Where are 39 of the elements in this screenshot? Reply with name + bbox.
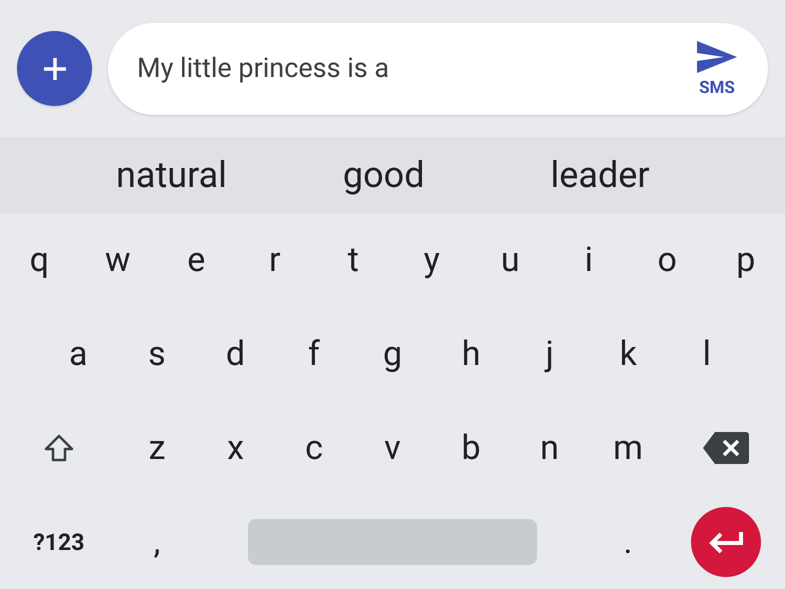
key[interactable]: t <box>342 243 365 277</box>
suggestion[interactable]: good <box>334 148 433 202</box>
shift-icon[interactable] <box>44 434 74 462</box>
key[interactable]: f <box>302 337 326 371</box>
key[interactable]: r <box>262 243 287 277</box>
key[interactable]: s <box>142 337 172 371</box>
key[interactable]: b <box>455 431 487 465</box>
key[interactable]: l <box>696 337 717 371</box>
key[interactable]: a <box>63 337 94 371</box>
message-field[interactable]: My little princess is a SMS <box>108 22 768 114</box>
key[interactable]: g <box>376 337 408 371</box>
key[interactable]: x <box>221 431 250 465</box>
key[interactable]: i <box>578 243 599 277</box>
symbols-key[interactable]: ?123 <box>33 530 84 554</box>
key[interactable]: o <box>652 243 683 277</box>
key[interactable]: z <box>142 431 172 465</box>
return-icon <box>708 530 744 554</box>
key[interactable]: n <box>534 431 565 465</box>
key[interactable]: p <box>730 243 762 277</box>
key[interactable]: . <box>618 525 638 559</box>
key[interactable]: j <box>540 337 560 371</box>
key[interactable]: u <box>494 243 526 277</box>
key[interactable]: e <box>181 243 212 277</box>
key[interactable]: y <box>418 243 446 277</box>
key[interactable]: w <box>98 243 137 277</box>
key[interactable]: q <box>24 243 55 277</box>
send-icon <box>696 40 738 74</box>
key[interactable]: c <box>299 431 329 465</box>
key[interactable]: h <box>456 337 486 371</box>
key[interactable]: m <box>607 431 649 465</box>
suggestion[interactable]: natural <box>108 148 235 202</box>
backspace-icon[interactable] <box>703 432 750 464</box>
send-button[interactable]: SMS <box>696 40 738 97</box>
suggestion[interactable]: leader <box>542 148 658 202</box>
key[interactable]: v <box>378 431 407 465</box>
message-text: My little princess is a <box>137 51 390 86</box>
key[interactable]: k <box>614 337 643 371</box>
key[interactable]: d <box>220 337 251 371</box>
key[interactable]: , <box>148 525 166 559</box>
